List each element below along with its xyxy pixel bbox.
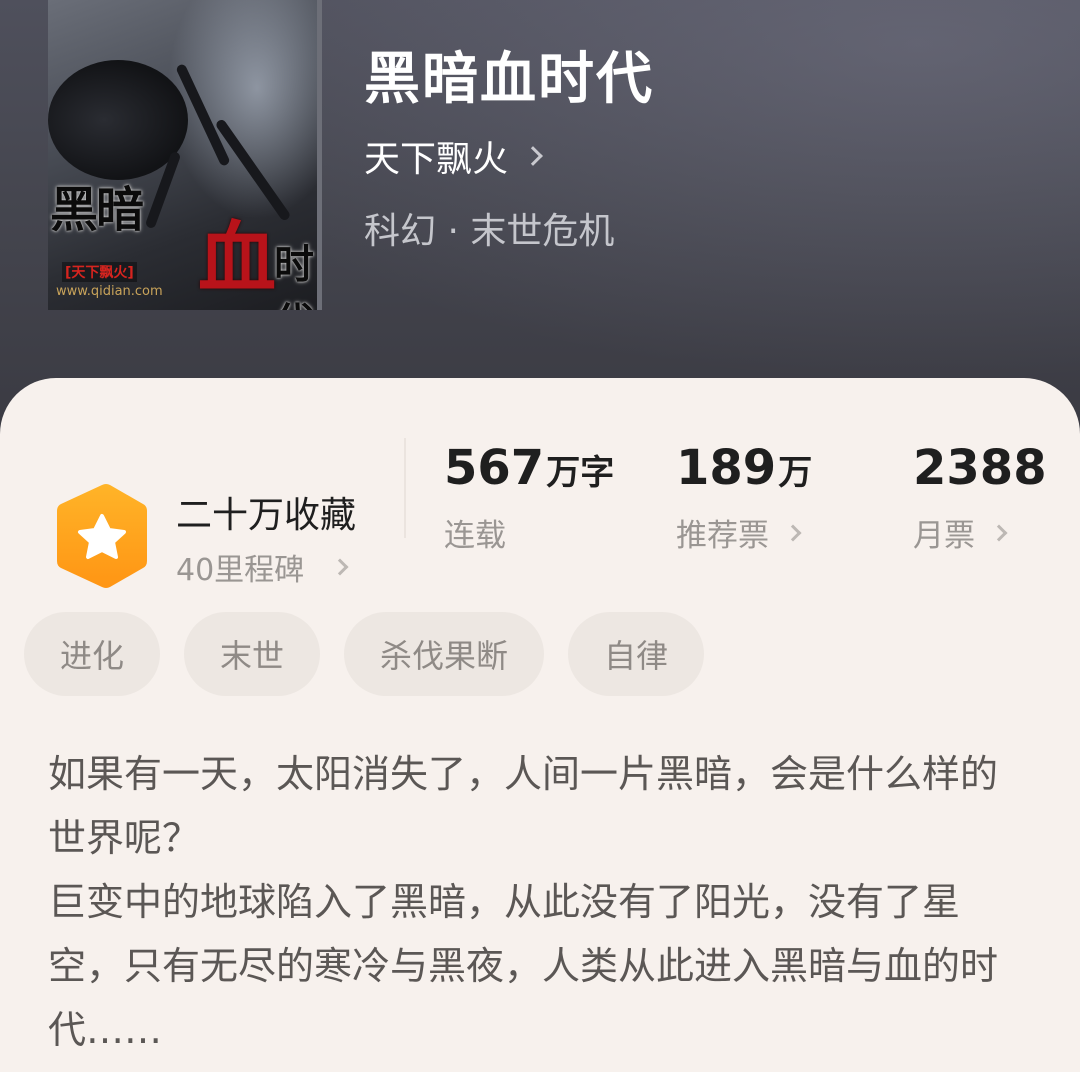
chevron-right-icon [784, 524, 802, 541]
book-title: 黑暗血时代 [364, 46, 654, 112]
book-cover-image[interactable]: 黑暗 血 时代 [天下飘火] www.qidian.com [48, 0, 322, 310]
book-description[interactable]: 如果有一天，太阳消失了，人间一片黑暗，会是什么样的世界呢？ 巨变中的地球陷入了黑… [48, 742, 1008, 1062]
star-badge-icon [57, 484, 147, 588]
cover-author-tag: [天下飘火] [62, 262, 137, 282]
chevron-right-icon [331, 558, 349, 576]
stat-value: 189 [676, 440, 777, 496]
cover-title-text: 黑暗 [50, 182, 144, 238]
stat-label: 月票 [913, 518, 975, 554]
chevron-right-icon [523, 146, 543, 166]
author-link[interactable]: 天下飘火 [364, 130, 543, 182]
stat-monthly-votes[interactable]: 2388 月票 [913, 440, 1049, 555]
cover-site-text: www.qidian.com [56, 284, 163, 299]
stat-label: 连载 [444, 518, 506, 554]
cover-mist [167, 0, 317, 220]
cover-title-blood-text: 血 [198, 213, 277, 304]
author-name: 天下飘火 [364, 139, 509, 180]
stat-unit: 万字 [546, 453, 615, 493]
tag-chip[interactable]: 末世 [184, 612, 321, 696]
stat-unit: 万 [778, 453, 813, 493]
stat-recommend-votes[interactable]: 189万 推荐票 [676, 440, 812, 555]
stat-value: 2388 [913, 440, 1047, 496]
tag-chip[interactable]: 杀伐果断 [344, 612, 545, 696]
milestone-label: 40里程碑 [176, 553, 305, 588]
tag-chip[interactable]: 自律 [568, 612, 705, 696]
chevron-right-icon [990, 524, 1008, 541]
cover-title-text: 时代 [274, 241, 314, 310]
stat-word-count: 567万字 连载 [444, 440, 614, 555]
description-paragraph: 巨变中的地球陷入了黑暗，从此没有了阳光，没有了星空，只有无尽的寒冷与黑夜，人类从… [48, 880, 999, 1052]
collection-count: 二十万收藏 [176, 495, 357, 536]
description-paragraph: 如果有一天，太阳消失了，人间一片黑暗，会是什么样的世界呢？ [48, 752, 999, 860]
stat-label: 推荐票 [676, 518, 769, 554]
tag-chip[interactable]: 进化 [24, 612, 161, 696]
book-genre: 科幻 · 末世危机 [364, 211, 615, 252]
tag-list: 进化 末世 杀伐果断 自律 [24, 612, 705, 696]
stat-value: 567 [444, 440, 545, 496]
stats-divider [404, 438, 406, 538]
milestone-link[interactable]: 40里程碑 [176, 545, 349, 589]
